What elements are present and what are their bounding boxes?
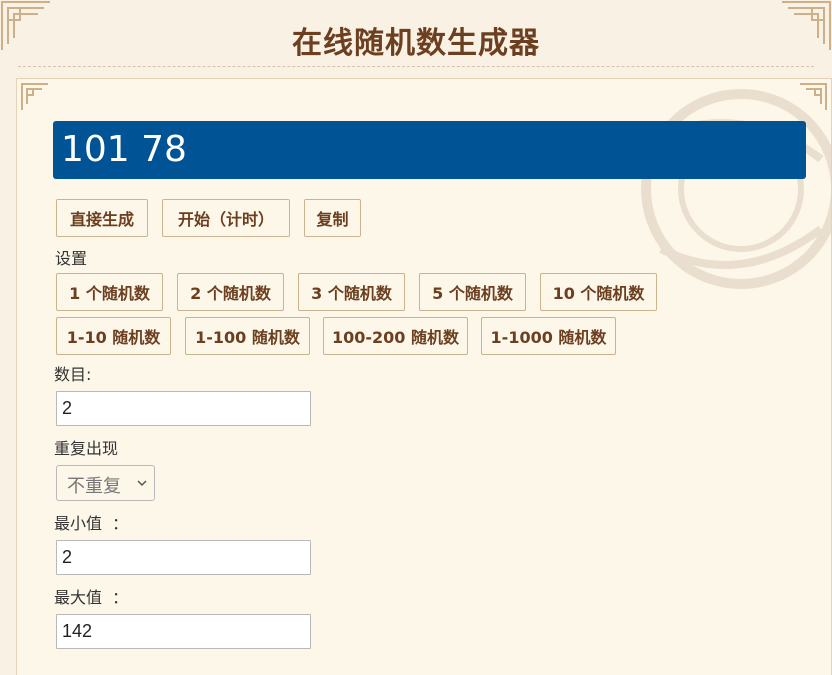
generate-button[interactable]: 直接生成	[56, 199, 148, 237]
repeat-label: 重复出现	[54, 439, 119, 458]
preset-count-3-button[interactable]: 3 个随机数	[298, 273, 405, 311]
preset-count-2-button[interactable]: 2 个随机数	[177, 273, 284, 311]
max-label: 最大值 ：	[54, 588, 129, 607]
preset-range-1-1000-button[interactable]: 1-1000 随机数	[481, 317, 616, 355]
numbers-watermark	[591, 79, 832, 299]
copy-button[interactable]: 复制	[304, 199, 361, 237]
preset-range-1-100-button[interactable]: 1-100 随机数	[185, 317, 310, 355]
title-divider	[18, 66, 814, 67]
max-input[interactable]: 142	[56, 614, 311, 649]
repeat-select[interactable]: 不重复	[56, 465, 155, 501]
min-input[interactable]: 2	[56, 540, 311, 575]
preset-range-100-200-button[interactable]: 100-200 随机数	[323, 317, 468, 355]
chevron-down-icon	[137, 480, 147, 487]
min-label: 最小值 ：	[54, 514, 129, 533]
page-title: 在线随机数生成器	[292, 26, 540, 61]
settings-label: 设置	[55, 249, 88, 268]
count-label: 数目:	[54, 365, 92, 384]
preset-count-1-button[interactable]: 1 个随机数	[56, 273, 163, 311]
preset-count-10-button[interactable]: 10 个随机数	[540, 273, 657, 311]
result-display: 101 78	[53, 121, 806, 179]
repeat-selected-value: 不重复	[67, 476, 121, 497]
preset-count-5-button[interactable]: 5 个随机数	[419, 273, 526, 311]
start-timer-button[interactable]: 开始（计时）	[162, 199, 290, 237]
panel-corner-ornament	[798, 82, 828, 112]
panel-corner-ornament	[20, 82, 50, 112]
preset-range-1-10-button[interactable]: 1-10 随机数	[56, 317, 171, 355]
count-input[interactable]: 2	[56, 391, 311, 426]
